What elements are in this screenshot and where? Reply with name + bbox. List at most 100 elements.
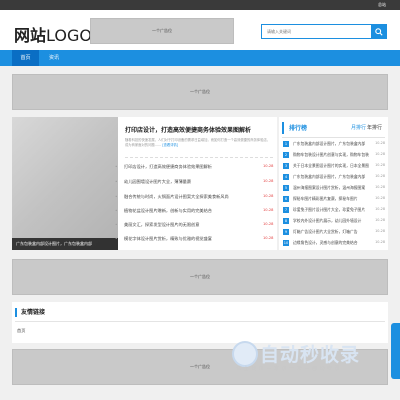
ranking-item-title[interactable]: 探秘车图片精彩图片复赛，探秘车图片	[293, 196, 371, 202]
rank-number: 5	[283, 185, 289, 191]
list-item[interactable]: • 融合传统与时尚，火锅面片设计图案大全探索美食新风尚 10-28	[113, 194, 273, 206]
ranking-item-date: 10-28	[375, 196, 385, 200]
ranking-item[interactable]: 7 珍爱兔子图片设计图片大全，珍爱兔子图片 10-28	[283, 207, 385, 217]
ranking-item-title[interactable]: 温州海报图案设计图片赏析，温州海报图案	[293, 185, 371, 191]
ranking-item[interactable]: 6 探秘车图片精彩图片复赛，探秘车图片 10-28	[283, 196, 385, 206]
list-item[interactable]: • 植物花盆设计图片赠新，创新与实用的完美结合 10-28	[113, 208, 273, 220]
list-item-title[interactable]: 打印店设计，打造高效便捷商务体验效果图解析	[124, 164, 247, 170]
ranking-item-title[interactable]: 广东包装盒内部设计图片，广东包装盒内部	[293, 174, 371, 180]
ranking-item-title[interactable]: 广东包装盒内部设计图片，广东包装盒内部	[293, 141, 371, 147]
featured-description: 随着科技的快速发展，人们对于打印设备的需求日益增加，而如何打造一个高效便捷的商务…	[125, 138, 273, 154]
ranking-title: 排行榜	[289, 125, 308, 132]
rank-number: 2	[283, 152, 289, 158]
list-item-date: 10-28	[263, 236, 274, 240]
banner-ad-bottom[interactable]: 一个广告位	[12, 349, 388, 385]
list-item-title[interactable]: 美丽文汇，探索发型设计图片的无限创意	[124, 222, 247, 228]
tab-monthly[interactable]: 月排行	[351, 125, 366, 131]
ranking-item-title[interactable]: 学校内外设计图片展示，幼儿园外墙设计	[293, 218, 371, 224]
ranking-item[interactable]: 8 学校内外设计图片展示，幼儿园外墙设计 10-28	[283, 218, 385, 228]
ranking-item-title[interactable]: 灯箱广告设计图片大全赏析，灯箱广告	[293, 229, 371, 235]
ranking-panel: 排行榜 月排行年排行 1 广东包装盒内部设计图片，广东包装盒内部 10-28 2 购物…	[279, 117, 388, 250]
ranking-header: 排行榜 月排行年排行	[282, 122, 385, 134]
logo-strong-text: 网站	[14, 26, 47, 45]
ranking-item[interactable]: 4 广东包装盒内部设计图片，广东包装盒内部 10-28	[283, 174, 385, 184]
list-item-date: 10-28	[263, 179, 274, 183]
rank-number: 8	[283, 218, 289, 224]
main-nav: 首页 资讯	[0, 50, 400, 66]
list-item-title[interactable]: 模花字体设计图片赏析，精致与优雅的视觉盛宴	[124, 236, 247, 242]
rank-number: 10	[283, 240, 289, 246]
list-item-date: 10-28	[263, 194, 274, 198]
rank-number: 6	[283, 196, 289, 202]
ranking-item[interactable]: 1 广东包装盒内部设计图片，广东包装盒内部 10-28	[283, 141, 385, 151]
ranking-item-date: 10-28	[375, 229, 385, 233]
side-float-tab[interactable]	[391, 323, 400, 379]
divider	[15, 321, 385, 322]
friend-links-title: 友情链接	[15, 308, 45, 317]
ranking-item-date: 10-28	[375, 207, 385, 211]
list-item[interactable]: • 打印店设计，打造高效便捷商务体验效果图解析 10-28	[113, 164, 273, 176]
ranking-item-title[interactable]: 边缘角色设计，灵感与创意的完美结合	[293, 240, 371, 246]
featured-desc-text: 随着科技的快速发展，人们对于打印设备的需求日益增加，而如何打造一个高效便捷的商务…	[125, 138, 271, 147]
divider	[282, 137, 385, 138]
logo-light-text: LOGO	[46, 26, 92, 45]
top-bar-link[interactable]: 总站	[378, 2, 386, 8]
friend-links: 友情链接 首页	[12, 302, 388, 343]
list-item[interactable]: • 美丽文汇，探索发型设计图片的无限创意 10-28	[113, 222, 273, 234]
ranking-item-date: 10-28	[375, 152, 385, 156]
ranking-item-date: 10-28	[375, 141, 385, 145]
list-item[interactable]: • 幼儿园围墙设计图片大全，薄薄量赛 10-28	[113, 179, 273, 191]
ranking-item-title[interactable]: 购物车包装设计图片创意与实现，购物车包装	[293, 152, 371, 158]
nav-item-home[interactable]: 首页	[12, 50, 39, 66]
banner-ad-middle[interactable]: 一个广告位	[12, 259, 388, 295]
bullet-icon: •	[115, 236, 118, 241]
ranking-item[interactable]: 3 关于日本全景图设计图片的实现，日本全景图 10-28	[283, 163, 385, 173]
list-item-title[interactable]: 植物花盆设计图片赠新，创新与实用的完美结合	[124, 208, 247, 214]
bullet-icon: •	[115, 179, 118, 184]
search-input[interactable]	[262, 25, 371, 38]
ranking-item-date: 10-28	[375, 240, 385, 244]
rank-number: 7	[283, 207, 289, 213]
ranking-item[interactable]: 10 边缘角色设计，灵感与创意的完美结合 10-28	[283, 240, 385, 250]
ranking-item-title[interactable]: 关于日本全景图设计图片的实现，日本全景图	[293, 163, 371, 169]
ranking-item-title[interactable]: 珍爱兔子图片设计图片大全，珍爱兔子图片	[293, 207, 371, 213]
ranking-item-date: 10-28	[375, 218, 385, 222]
rank-number: 3	[283, 163, 289, 169]
featured-title[interactable]: 打印店设计，打造高效便捷商务体验效果图解析	[125, 125, 273, 134]
banner-ad-top[interactable]: 一个广告位	[12, 74, 388, 110]
friend-link-item[interactable]: 首页	[17, 328, 25, 334]
featured-article: 打印店设计，打造高效便捷商务体验效果图解析 随着科技的快速发展，人们对于打印设备…	[125, 125, 273, 158]
ranking-item-date: 10-28	[375, 174, 385, 178]
slider-caption[interactable]: 广东包装盒内部设计图片，广东包装盒内部	[12, 238, 118, 250]
search-box	[261, 24, 387, 39]
header: 网站LOGO 一个广告位	[0, 10, 400, 50]
ranking-item[interactable]: 5 温州海报图案设计图片赏析，温州海报图案 10-28	[283, 185, 385, 195]
search-icon	[374, 27, 383, 36]
bullet-icon: •	[115, 222, 118, 227]
ranking-item[interactable]: 9 灯箱广告设计图片大全赏析，灯箱广告 10-28	[283, 229, 385, 239]
bullet-icon: •	[115, 194, 118, 199]
rank-number: 9	[283, 229, 289, 235]
list-item[interactable]: • 模花字体设计图片赏析，精致与优雅的视觉盛宴 10-28	[113, 236, 273, 248]
divider	[125, 157, 273, 158]
ranking-item[interactable]: 2 购物车包装设计图片创意与实现，购物车包装 10-28	[283, 152, 385, 162]
rank-number: 4	[283, 174, 289, 180]
featured-more-link[interactable]: [查看详情]	[162, 143, 178, 147]
featured-slider[interactable]: 广东包装盒内部设计图片，广东包装盒内部	[12, 117, 118, 250]
site-logo[interactable]: 网站LOGO	[14, 22, 92, 46]
top-bar: 总站	[0, 0, 400, 10]
list-item-date: 10-28	[263, 222, 274, 226]
tab-yearly[interactable]: 年排行	[367, 125, 382, 131]
list-item-title[interactable]: 幼儿园围墙设计图片大全，薄薄量赛	[124, 179, 247, 185]
list-item-date: 10-28	[263, 208, 274, 212]
ranking-item-date: 10-28	[375, 163, 385, 167]
ranking-item-date: 10-28	[375, 185, 385, 189]
ranking-tabs: 月排行年排行	[351, 124, 382, 131]
search-button[interactable]	[371, 25, 386, 38]
header-ad-slot[interactable]: 一个广告位	[90, 18, 234, 44]
nav-item-news[interactable]: 资讯	[43, 50, 65, 66]
list-item-title[interactable]: 融合传统与时尚，火锅面片设计图案大全探索美食新风尚	[124, 194, 247, 200]
bullet-icon: •	[115, 164, 118, 169]
rank-number: 1	[283, 141, 289, 147]
bullet-icon: •	[115, 208, 118, 213]
